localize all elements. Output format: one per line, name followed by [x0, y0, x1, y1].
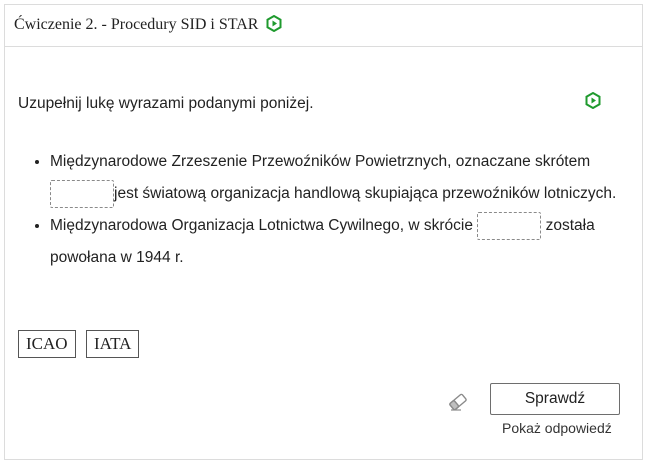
- eraser-icon[interactable]: [447, 391, 469, 418]
- exercise-header: Ćwiczenie 2. - Procedury SID i STAR: [5, 5, 642, 47]
- option-tile-icao[interactable]: ICAO: [18, 330, 76, 358]
- item-text-before: Międzynarodowe Zrzeszenie Przewoźników P…: [50, 153, 591, 170]
- hexagon-play-icon[interactable]: [585, 91, 601, 114]
- gap-fill-list: Międzynarodowe Zrzeszenie Przewoźników P…: [26, 146, 649, 274]
- answer-options: ICAO IATA: [18, 330, 145, 358]
- exercise-title: Ćwiczenie 2. - Procedury SID i STAR: [14, 14, 282, 37]
- answer-gap[interactable]: [477, 211, 542, 240]
- option-tile-iata[interactable]: IATA: [86, 330, 140, 358]
- exercise-title-text: Ćwiczenie 2. - Procedury SID i STAR: [14, 16, 259, 33]
- item-text-before: Międzynarodowa Organizacja Lotnictwa Cyw…: [50, 217, 473, 234]
- gap-fill-item: Międzynarodowa Organizacja Lotnictwa Cyw…: [50, 210, 649, 274]
- check-button[interactable]: Sprawdź: [490, 383, 620, 415]
- hexagon-play-icon: [266, 14, 282, 37]
- show-answer-link[interactable]: Pokaż odpowiedź: [502, 420, 612, 436]
- answer-gap[interactable]: [50, 179, 114, 208]
- item-text-after: jest światową organizacja handlową skupi…: [114, 185, 617, 202]
- gap-fill-item: Międzynarodowe Zrzeszenie Przewoźników P…: [50, 146, 649, 210]
- instruction-text: Uzupełnij lukę wyrazami podanymi poniżej…: [18, 95, 314, 112]
